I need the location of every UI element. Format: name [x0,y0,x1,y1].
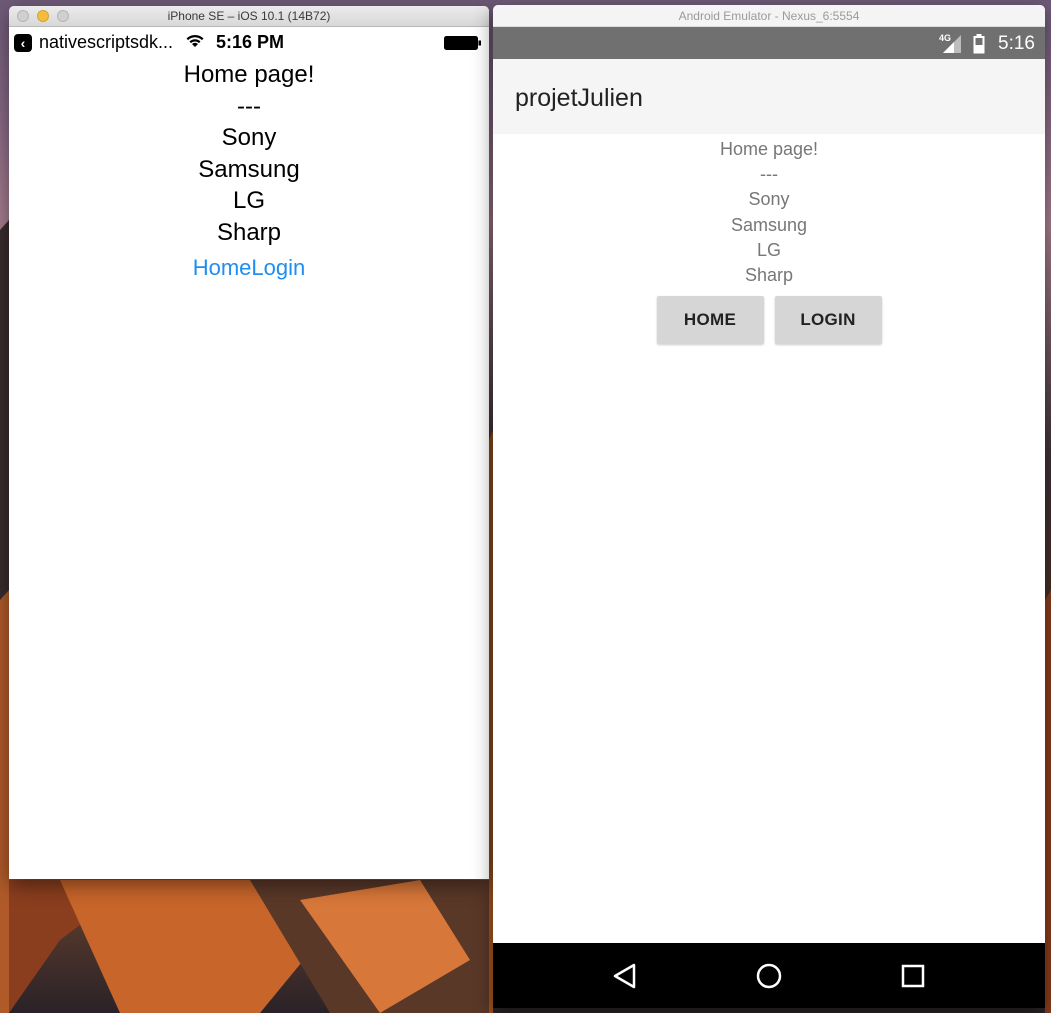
minimize-window-button[interactable] [37,10,49,22]
back-to-app-label[interactable]: nativescriptsdk... [39,32,173,53]
ios-separator-label: --- [237,92,261,120]
close-window-button[interactable] [17,10,29,22]
android-home-button[interactable]: HOME [656,296,764,345]
ios-page-content: Home page! --- Sony Samsung LG Sharp Hom… [9,55,489,281]
android-emulator-window: Android Emulator - Nexus_6:5554 4G 5:16 … [493,5,1045,1008]
ios-simulator-window: iPhone SE – iOS 10.1 (14B72) ‹ nativescr… [9,6,489,879]
app-title: projetJulien [515,84,643,112]
android-action-bar: projetJulien [493,59,1045,134]
android-status-bar: 4G 5:16 [493,27,1045,59]
ios-nav-links: HomeLogin [9,255,489,281]
back-to-app-icon[interactable]: ‹ [14,34,32,52]
android-button-row: HOME LOGIN [493,296,1045,345]
android-clock: 5:16 [998,33,1035,54]
ios-brand-item: Samsung [198,155,300,183]
android-login-button[interactable]: LOGIN [774,296,882,345]
ios-heading-label: Home page! [183,61,315,88]
window-controls [17,10,69,22]
ios-brand-item: Sharp [216,218,282,246]
android-brand-item: LG [756,239,781,260]
android-window-titlebar: Android Emulator - Nexus_6:5554 [493,5,1045,27]
ios-window-title: iPhone SE – iOS 10.1 (14B72) [167,9,331,23]
ios-home-button[interactable]: Home [193,255,252,280]
ios-status-bar: ‹ nativescriptsdk... 5:16 PM [9,27,489,55]
android-separator-label: --- [760,164,778,185]
android-navigation-bar [493,943,1045,1008]
signal-icon [943,35,961,53]
android-brand-item: Samsung [730,214,808,235]
android-page-content: Home page! --- Sony Samsung LG Sharp HOM… [493,134,1045,345]
ios-login-button[interactable]: Login [251,255,305,280]
wifi-icon [186,34,204,47]
battery-icon [973,34,985,54]
home-icon[interactable] [749,956,789,996]
android-brand-item: Sharp [744,265,794,286]
android-window-title: Android Emulator - Nexus_6:5554 [678,9,860,23]
ios-clock: 5:16 PM [216,32,285,52]
recents-icon[interactable] [893,956,933,996]
back-icon[interactable] [605,956,645,996]
ios-brand-item: Sony [221,124,277,151]
battery-icon [444,36,481,50]
zoom-window-button[interactable] [57,10,69,22]
android-heading-label: Home page! [719,139,819,159]
ios-window-titlebar: iPhone SE – iOS 10.1 (14B72) [9,6,489,27]
android-brand-item: Sony [748,189,790,210]
ios-brand-item: LG [232,187,265,214]
